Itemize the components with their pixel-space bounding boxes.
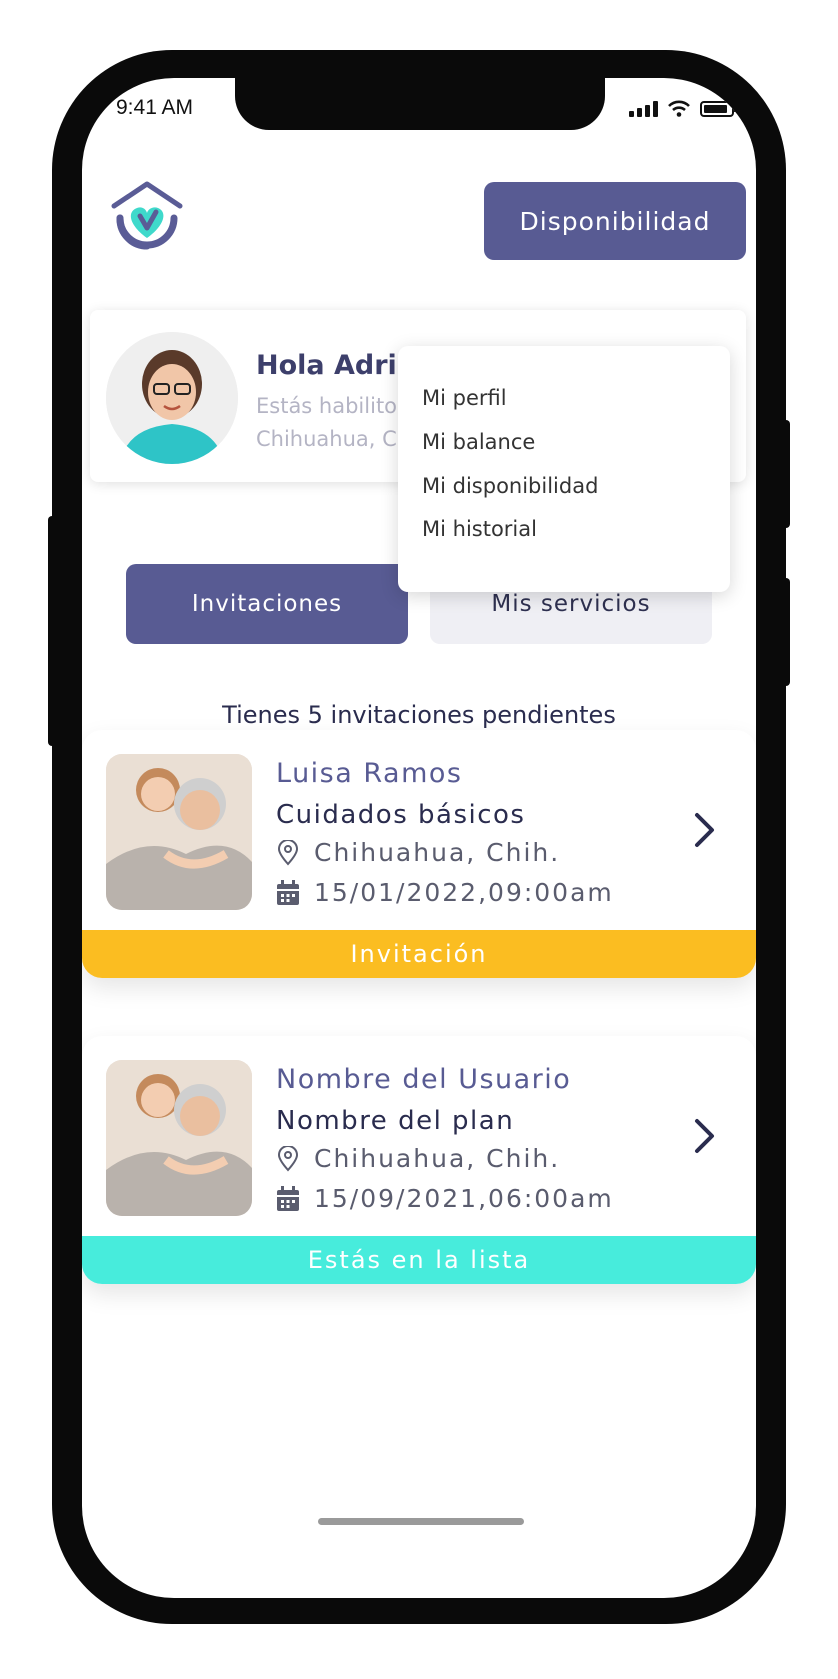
phone-side-button [48, 516, 56, 746]
profile-menu: Mi perfil Mi balance Mi disponibilidad M… [398, 346, 730, 592]
chevron-right-icon[interactable] [692, 810, 718, 850]
location-pin-icon [277, 1145, 299, 1172]
status-banner: Estás en la lista [82, 1236, 756, 1284]
availability-button[interactable]: Disponibilidad [484, 182, 746, 260]
plan-name: Cuidados básicos [276, 800, 526, 830]
invitation-card[interactable]: Luisa Ramos Cuidados básicos Chihuahua, … [82, 730, 756, 978]
location-text: Chihuahua, Chih. [314, 838, 561, 867]
plan-name: Nombre del plan [276, 1106, 515, 1136]
menu-item-balance[interactable]: Mi balance [422, 430, 535, 454]
phone-side-button [782, 578, 790, 686]
location-pin-icon [277, 839, 299, 866]
home-indicator[interactable] [318, 1518, 524, 1525]
battery-icon [700, 101, 737, 117]
phone-side-button [782, 420, 790, 528]
notch [235, 78, 605, 130]
status-line: Estás habilito [256, 394, 398, 418]
profile-photo [106, 332, 238, 464]
datetime-row: 15/01/2022,09:00am [276, 878, 614, 907]
status-banner: Invitación [82, 930, 756, 978]
chevron-right-icon[interactable] [692, 1116, 718, 1156]
calendar-icon [277, 1185, 299, 1211]
location-line: Chihuahua, C [256, 427, 397, 451]
status-time: 9:41 AM [116, 96, 194, 119]
location-text: Chihuahua, Chih. [314, 1144, 561, 1173]
app-screen: 9:41 AM Disponibilidad Hola Adria Estás … [82, 78, 756, 1598]
menu-item-disponibilidad[interactable]: Mi disponibilidad [422, 474, 598, 498]
pending-invitations-text: Tienes 5 invitaciones pendientes [222, 701, 616, 729]
wifi-icon [668, 100, 690, 117]
tab-invitaciones[interactable]: Invitaciones [126, 564, 408, 644]
datetime-row: 15/09/2021,06:00am [276, 1184, 614, 1213]
greeting-text: Hola Adria [256, 350, 416, 381]
datetime-text: 15/09/2021,06:00am [314, 1184, 614, 1213]
app-logo [111, 181, 183, 250]
client-name: Nombre del Usuario [276, 1064, 572, 1095]
calendar-icon [277, 879, 299, 905]
status-icons [629, 100, 737, 117]
location-row: Chihuahua, Chih. [276, 1144, 560, 1173]
profile-avatar[interactable] [106, 332, 238, 464]
client-photo [106, 754, 252, 910]
invitation-card[interactable]: Nombre del Usuario Nombre del plan Chihu… [82, 1036, 756, 1284]
client-name: Luisa Ramos [276, 758, 463, 789]
menu-item-historial[interactable]: Mi historial [422, 517, 537, 541]
signal-icon [629, 101, 658, 117]
location-row: Chihuahua, Chih. [276, 838, 560, 867]
menu-item-perfil[interactable]: Mi perfil [422, 386, 507, 410]
datetime-text: 15/01/2022,09:00am [314, 878, 614, 907]
client-photo [106, 1060, 252, 1216]
